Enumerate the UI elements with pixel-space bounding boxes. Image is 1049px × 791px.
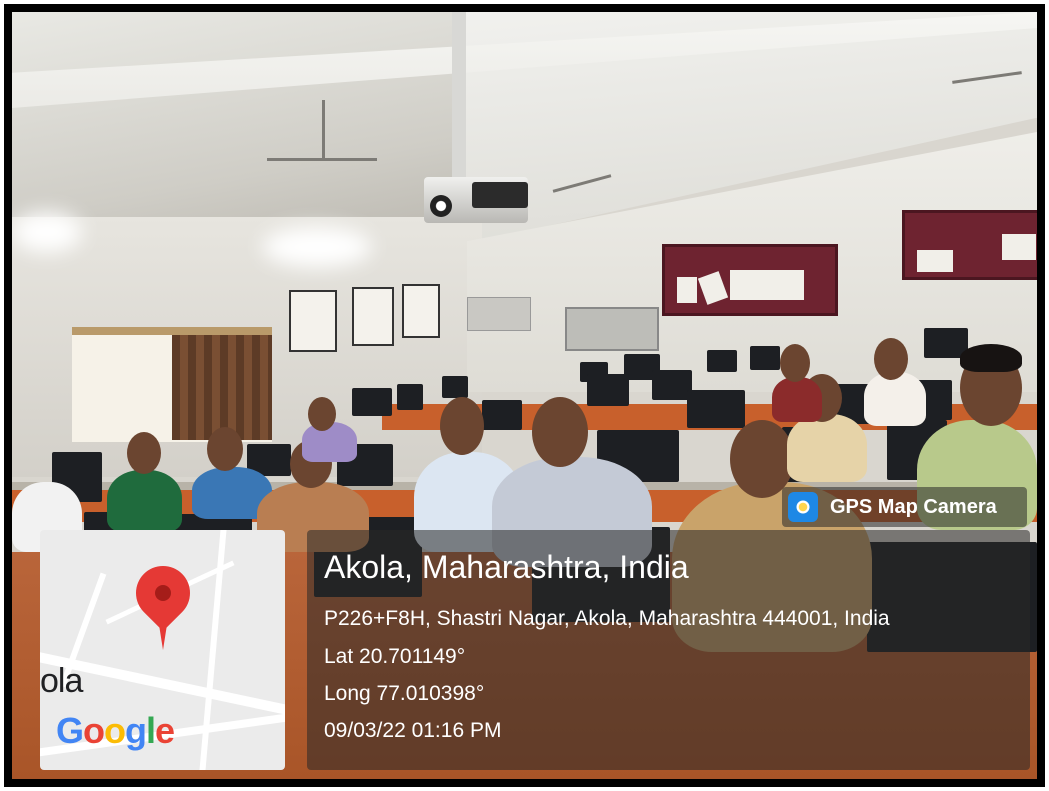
wall-poster xyxy=(352,287,394,346)
person xyxy=(107,470,182,532)
map-thumbnail: ola Google xyxy=(40,530,285,770)
brand-name: GPS Map Camera xyxy=(830,495,997,518)
person xyxy=(772,377,822,422)
notice-paper xyxy=(1002,234,1036,260)
wall-poster xyxy=(289,290,337,352)
person xyxy=(864,372,926,426)
person-head xyxy=(532,397,588,467)
camera-pin-icon xyxy=(788,492,818,522)
classroom-photo: ola Google GPS Map Camera Akola, Maharas… xyxy=(12,12,1037,779)
air-conditioner xyxy=(467,297,531,331)
ceiling-fan xyxy=(322,100,325,160)
monitor xyxy=(707,350,737,372)
monitor xyxy=(482,400,522,430)
monitor xyxy=(442,376,468,398)
monitor xyxy=(652,370,692,400)
monitor xyxy=(687,390,745,428)
monitor xyxy=(587,374,629,406)
person-head xyxy=(874,338,908,380)
monitor xyxy=(750,346,780,370)
person-head xyxy=(308,397,336,431)
person xyxy=(787,414,867,482)
projector-lens xyxy=(430,195,452,217)
google-logo: Google xyxy=(56,710,175,751)
wall-poster xyxy=(402,284,440,338)
gps-map-camera-badge: GPS Map Camera xyxy=(782,487,1027,527)
person-head xyxy=(207,427,243,471)
place-title: Akola, Maharashtra, India xyxy=(324,549,689,585)
notice-paper xyxy=(917,250,953,272)
notice-paper xyxy=(730,270,804,300)
ceiling-left xyxy=(12,12,492,222)
notice-paper xyxy=(677,277,697,303)
wall-vent-window xyxy=(565,307,659,351)
map-pin-dot xyxy=(155,585,171,601)
window-frame xyxy=(72,327,272,335)
map-place-label: ola xyxy=(40,662,83,700)
longitude-line: Long 77.010398° xyxy=(324,682,485,705)
ceiling-light xyxy=(12,212,82,252)
projector-top xyxy=(472,182,528,208)
person-hair xyxy=(960,344,1022,372)
curtain xyxy=(172,330,272,440)
person-head xyxy=(127,432,161,474)
person-head xyxy=(780,344,810,382)
person-head xyxy=(440,397,484,455)
datetime-line: 09/03/22 01:16 PM xyxy=(324,719,502,742)
fan-blade xyxy=(267,158,377,161)
monitor xyxy=(397,384,423,410)
latitude-line: Lat 20.701149° xyxy=(324,645,466,668)
address-line: P226+F8H, Shastri Nagar, Akola, Maharash… xyxy=(324,607,890,630)
projector-mount xyxy=(452,12,466,182)
ceiling-light xyxy=(262,227,372,267)
photo-frame: ola Google GPS Map Camera Akola, Maharas… xyxy=(4,4,1045,787)
monitor xyxy=(352,388,392,416)
